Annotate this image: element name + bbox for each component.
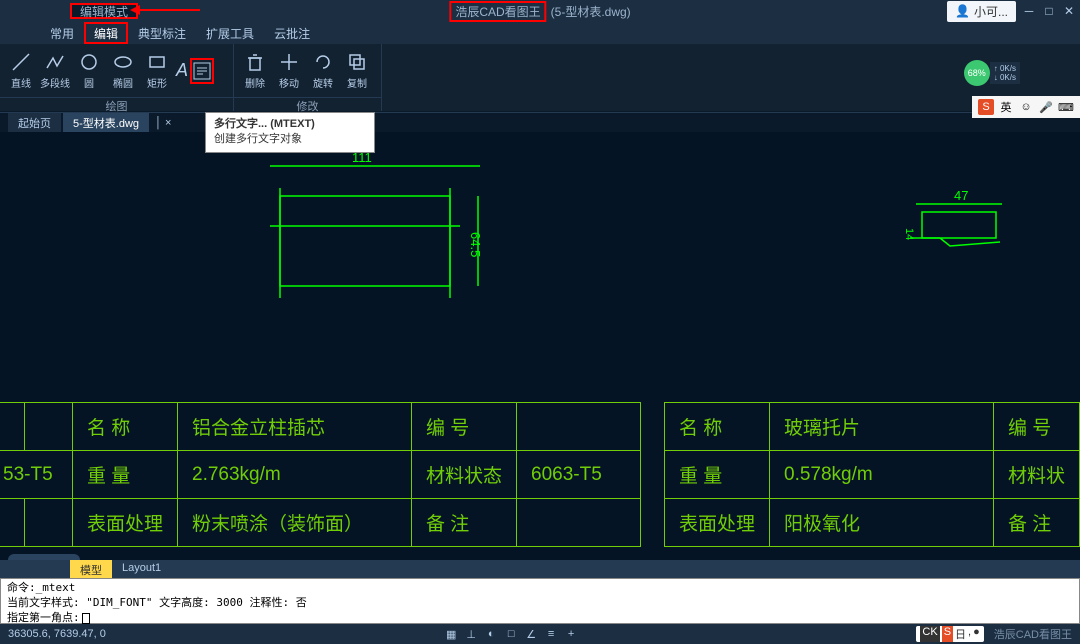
tab-common[interactable]: 常用 (40, 22, 84, 44)
restore-button[interactable]: □ (1042, 4, 1056, 18)
tool-copy[interactable]: 复制 (340, 51, 374, 90)
table-row: 名 称 玻璃托片 编 号 (665, 403, 1080, 451)
ime-keyboard-icon[interactable]: ⌨ (1058, 99, 1074, 115)
ime-face-icon[interactable]: ☺ (1018, 99, 1034, 115)
line-icon (10, 51, 32, 73)
tool-delete[interactable]: 删除 (238, 51, 272, 90)
lwt-icon[interactable]: ≡ (544, 628, 558, 641)
spec-table-left: 名 称 铝合金立柱插芯 编 号 53-T5 重 量 2.763kg/m 材料状态… (0, 402, 641, 547)
drawing-right (910, 198, 1010, 258)
table-row: 重 量 0.578kg/m 材料状 (665, 451, 1080, 499)
red-arrow-annotation (130, 2, 200, 18)
status-bar: 36305.6, 7639.47, 0 ▦ ⊥ ◐ □ ∠ ≡ + CK S 日… (0, 624, 1080, 644)
close-button[interactable]: ✕ (1062, 4, 1076, 18)
layouttab-layout1[interactable]: Layout1 (112, 560, 171, 578)
mtext-icon (191, 60, 213, 82)
ribbon-group-draw: 直线 多段线 圆 椭圆 矩形 A (0, 44, 234, 111)
snap-grid-icon[interactable]: ▦ (444, 628, 458, 641)
osnap-icon[interactable]: □ (504, 628, 518, 641)
gauge-speeds: ↑ 0K/s ↓ 0K/s (990, 62, 1020, 84)
ellipse-icon (112, 51, 134, 73)
group-label-modify: 修改 (234, 97, 381, 111)
ribbon-group-modify: 删除 移动 旋转 复制 修改 (234, 44, 382, 111)
dyn-icon[interactable]: + (564, 628, 578, 641)
performance-gauge[interactable]: 68% ↑ 0K/s ↓ 0K/s (964, 60, 1020, 86)
tool-circle[interactable]: 圆 (72, 51, 106, 90)
command-history-1: 命令:_mtext (7, 581, 1073, 596)
ime-status[interactable]: CK S 日,● (916, 626, 983, 642)
status-coords: 36305.6, 7639.47, 0 (8, 628, 106, 640)
otrack-icon[interactable]: ∠ (524, 628, 538, 641)
tool-rectangle[interactable]: 矩形 (140, 51, 174, 90)
tab-cloud[interactable]: 云批注 (264, 22, 320, 44)
layouttab-model[interactable]: 模型 (70, 560, 112, 578)
polyline-icon (44, 51, 66, 73)
tooltip-title: 多行文字... (MTEXT) (214, 117, 366, 132)
tooltip-desc: 创建多行文字对象 (214, 132, 366, 147)
tool-text[interactable]: A (174, 60, 190, 82)
tab-edit[interactable]: 编辑 (84, 22, 128, 44)
drawing-canvas[interactable]: 111 64.5 47 14 名 称 铝合金立柱插芯 编 号 (0, 132, 1080, 572)
app-name: 浩辰CAD看图王 (449, 1, 546, 22)
status-toggle-icons: ▦ ⊥ ◐ □ ∠ ≡ + (444, 628, 578, 641)
user-name: 小可... (974, 3, 1008, 20)
mode-dropdown[interactable]: 编辑模式 (70, 3, 138, 19)
tool-polyline[interactable]: 多段线 (38, 51, 72, 90)
tool-ellipse[interactable]: 椭圆 (106, 51, 140, 90)
ortho-icon[interactable]: ⊥ (464, 628, 478, 641)
upload-icon: ↑ (994, 64, 998, 73)
tool-move[interactable]: 移动 (272, 51, 306, 90)
delete-icon (244, 51, 266, 73)
move-icon (278, 51, 300, 73)
table-row: 表面处理 阳极氧化 备 注 (665, 499, 1080, 547)
dim-64.5: 64.5 (468, 232, 483, 257)
minimize-button[interactable]: ─ (1022, 4, 1036, 18)
watermark: 浩辰CAD看图王 (994, 626, 1072, 642)
titlebar: 编辑模式 浩辰CAD看图王 (5-型材表.dwg) 👤 小可... ─ □ ✕ (0, 0, 1080, 22)
drawing-left (260, 158, 500, 318)
ime-mic-icon[interactable]: 🎤 (1038, 99, 1054, 115)
circle-icon (78, 51, 100, 73)
file-name: (5-型材表.dwg) (551, 3, 631, 20)
document-tabs: 起始页 5-型材表.dwg │ × (0, 112, 1080, 132)
ribbon: 直线 多段线 圆 椭圆 矩形 A (0, 44, 1080, 112)
mode-label: 编辑模式 (80, 5, 128, 19)
title-controls: 👤 小可... ─ □ ✕ (947, 0, 1076, 22)
tool-line[interactable]: 直线 (4, 51, 38, 90)
tab-extend[interactable]: 扩展工具 (196, 22, 264, 44)
doctab-start[interactable]: 起始页 (8, 113, 61, 133)
tool-mtext[interactable] (190, 58, 214, 84)
download-icon: ↓ (994, 73, 998, 82)
table-row: 名 称 铝合金立柱插芯 编 号 (0, 403, 641, 451)
ime-bar[interactable]: S 英 ☺ 🎤 ⌨ (972, 96, 1080, 118)
polar-icon[interactable]: ◐ (484, 628, 498, 641)
tab-dimension[interactable]: 典型标注 (128, 22, 196, 44)
gauge-percent: 68% (964, 60, 990, 86)
command-history-2: 当前文字样式: "DIM_FONT" 文字高度: 3000 注释性: 否 (7, 596, 1073, 611)
doctab-file[interactable]: 5-型材表.dwg (63, 113, 149, 133)
user-avatar-icon: 👤 (955, 4, 970, 18)
copy-icon (346, 51, 368, 73)
ime-logo-icon: S (978, 99, 994, 115)
spec-table-right: 名 称 玻璃托片 编 号 重 量 0.578kg/m 材料状 表面处理 阳极氧化… (664, 402, 1080, 547)
doctab-close-icon[interactable]: │ × (151, 115, 175, 131)
tool-rotate[interactable]: 旋转 (306, 51, 340, 90)
menu-tabs: 常用 编辑 典型标注 扩展工具 云批注 (0, 22, 1080, 44)
group-label-draw: 绘图 (0, 97, 233, 111)
dim-14: 14 (903, 228, 915, 240)
table-row: 53-T5 重 量 2.763kg/m 材料状态 6063-T5 (0, 451, 641, 499)
user-badge[interactable]: 👤 小可... (947, 1, 1016, 22)
ime-lang[interactable]: 英 (998, 99, 1014, 115)
layout-tabs: 模型 Layout1 (0, 560, 1080, 578)
rectangle-icon (146, 51, 168, 73)
command-line[interactable]: 命令:_mtext 当前文字样式: "DIM_FONT" 文字高度: 3000 … (0, 578, 1080, 624)
cursor-icon (82, 613, 90, 624)
rotate-icon (312, 51, 334, 73)
mtext-tooltip: 多行文字... (MTEXT) 创建多行文字对象 (205, 112, 375, 153)
window-title: 浩辰CAD看图王 (5-型材表.dwg) (449, 1, 630, 22)
table-row: 表面处理 粉末喷涂（装饰面） 备 注 (0, 499, 641, 547)
